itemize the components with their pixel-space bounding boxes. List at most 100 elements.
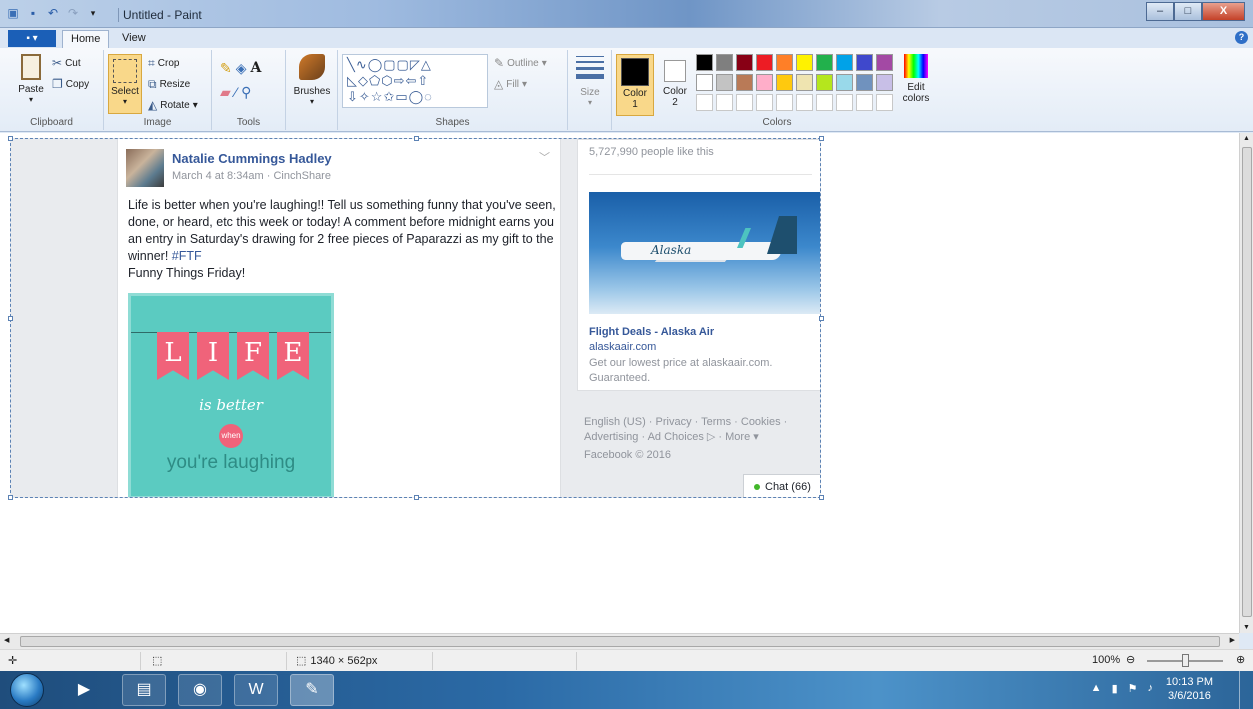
palette-color-swatch[interactable] [836, 74, 853, 91]
color1-button[interactable]: Color 1 [616, 54, 654, 116]
resize-handle[interactable] [819, 316, 824, 321]
vertical-scroll-thumb[interactable] [1242, 147, 1252, 617]
palette-color-swatch[interactable] [716, 94, 733, 111]
customize-qat-icon[interactable]: ▾ [86, 6, 100, 20]
palette-color-swatch[interactable] [696, 54, 713, 71]
palette-color-swatch[interactable] [716, 74, 733, 91]
scroll-up-icon[interactable]: ▲ [1243, 135, 1250, 142]
palette-color-swatch[interactable] [696, 94, 713, 111]
resize-handle[interactable] [8, 316, 13, 321]
paint-canvas[interactable]: Natalie Cummings Hadley March 4 at 8:34a… [10, 138, 821, 498]
palette-color-swatch[interactable] [756, 94, 773, 111]
file-explorer-icon[interactable]: ▤ [122, 674, 166, 706]
scroll-right-icon[interactable]: ▶ [1230, 636, 1235, 644]
palette-color-swatch[interactable] [816, 94, 833, 111]
horizontal-scroll-thumb[interactable] [20, 636, 1220, 647]
resize-handle[interactable] [8, 136, 13, 141]
resize-handle[interactable] [414, 495, 419, 500]
resize-handle[interactable] [819, 495, 824, 500]
start-button[interactable] [10, 673, 44, 707]
chrome-icon[interactable]: ◉ [178, 674, 222, 706]
zoom-out-icon[interactable]: ⊖ [1126, 653, 1135, 666]
select-button[interactable]: Select ▾ [108, 54, 142, 114]
show-hidden-icons-icon[interactable]: ▲ [1091, 682, 1102, 695]
paint-taskbar-icon[interactable]: ✎ [290, 674, 334, 706]
media-player-icon[interactable]: ▶ [64, 674, 104, 706]
close-button[interactable]: X [1202, 2, 1245, 21]
scroll-left-icon[interactable]: ◀ [4, 636, 9, 644]
resize-handle[interactable] [819, 136, 824, 141]
palette-color-swatch[interactable] [796, 94, 813, 111]
save-icon[interactable]: ▪ [26, 6, 40, 20]
magnifier-icon[interactable]: ⚲ [241, 84, 251, 101]
palette-color-swatch[interactable] [776, 94, 793, 111]
shapes-gallery[interactable]: ╲∿◯▢▢◸△ ◺◇⬠⬡⇨⇦⇧ ⇩✧☆✩▭◯◌ [342, 54, 488, 108]
brushes-button[interactable]: Brushes ▾ [290, 54, 334, 106]
palette-color-swatch[interactable] [816, 54, 833, 71]
tab-view[interactable]: View [114, 30, 154, 48]
help-icon[interactable]: ? [1235, 31, 1248, 44]
palette-color-swatch[interactable] [736, 94, 753, 111]
palette-color-swatch[interactable] [856, 74, 873, 91]
palette-color-swatch[interactable] [716, 54, 733, 71]
palette-color-swatch[interactable] [856, 94, 873, 111]
palette-color-swatch[interactable] [876, 54, 893, 71]
show-desktop-button[interactable] [1239, 671, 1253, 709]
brushes-group: Brushes ▾ [286, 50, 338, 130]
paint-app-icon[interactable]: ▣ [6, 6, 20, 20]
palette-color-swatch[interactable] [796, 74, 813, 91]
undo-icon[interactable]: ↶ [46, 6, 60, 20]
ribbon: Paste ▾ ✂ Cut ❐ Copy Clipboard Select ▾ ⌗ C… [0, 48, 1253, 132]
zoom-slider-thumb[interactable] [1182, 654, 1189, 667]
fill-bucket-icon[interactable]: ◈ [236, 60, 247, 77]
crop-button[interactable]: ⌗ Crop [148, 56, 179, 71]
cut-button[interactable]: ✂ Cut [52, 56, 81, 70]
palette-color-swatch[interactable] [696, 74, 713, 91]
palette-color-swatch[interactable] [776, 74, 793, 91]
palette-color-swatch[interactable] [876, 94, 893, 111]
size-button[interactable]: Size ▾ [572, 54, 608, 107]
action-center-icon[interactable]: ⚑ [1128, 682, 1138, 695]
palette-color-swatch[interactable] [836, 94, 853, 111]
text-tool-icon[interactable]: A [251, 60, 262, 77]
outline-button[interactable]: ✎ Outline ▾ [494, 56, 547, 70]
horizontal-scrollbar[interactable]: ◀ ▶ [0, 633, 1239, 649]
clock[interactable]: 10:13 PM 3/6/2016 [1166, 675, 1213, 703]
palette-color-swatch[interactable] [756, 54, 773, 71]
palette-color-swatch[interactable] [756, 74, 773, 91]
resize-handle[interactable] [8, 495, 13, 500]
maximize-button[interactable]: □ [1174, 2, 1202, 21]
palette-color-swatch[interactable] [776, 54, 793, 71]
file-menu-button[interactable]: ▪ ▾ [8, 30, 56, 47]
copy-button[interactable]: ❐ Copy [52, 77, 89, 91]
network-icon[interactable]: ▮ [1112, 682, 1118, 695]
paste-button[interactable]: Paste ▾ [14, 54, 48, 104]
color2-button[interactable]: Color 2 [658, 54, 692, 116]
outline-icon: ✎ [494, 56, 505, 70]
palette-color-swatch[interactable] [856, 54, 873, 71]
zoom-in-icon[interactable]: ⊕ [1236, 653, 1245, 666]
resize-button[interactable]: ⧉ Resize [148, 77, 190, 92]
palette-color-swatch[interactable] [736, 74, 753, 91]
vertical-scrollbar[interactable]: ▲ ▼ [1239, 133, 1253, 633]
palette-color-swatch[interactable] [816, 74, 833, 91]
redo-icon[interactable]: ↷ [66, 6, 80, 20]
color-picker-icon[interactable]: ⁄ [235, 84, 237, 101]
rotate-button[interactable]: ◭ Rotate ▾ [148, 98, 198, 112]
image-text-laughing: you're laughing [166, 452, 296, 473]
fill-button[interactable]: ◬ Fill ▾ [494, 77, 527, 91]
palette-color-swatch[interactable] [836, 54, 853, 71]
edit-colors-button[interactable]: Edit colors [898, 54, 934, 104]
word-icon[interactable]: W [234, 674, 278, 706]
palette-color-swatch[interactable] [736, 54, 753, 71]
resize-handle[interactable] [414, 136, 419, 141]
palette-color-swatch[interactable] [876, 74, 893, 91]
eraser-icon[interactable]: ▰ [220, 84, 231, 101]
pencil-icon[interactable]: ✎ [220, 60, 232, 77]
tab-home[interactable]: Home [62, 30, 110, 48]
volume-icon[interactable]: ♪ [1148, 682, 1154, 695]
minimize-button[interactable]: – [1146, 2, 1174, 21]
post-image: L I F E is better when you're laughing [128, 293, 334, 497]
scroll-down-icon[interactable]: ▼ [1243, 624, 1250, 631]
palette-color-swatch[interactable] [796, 54, 813, 71]
